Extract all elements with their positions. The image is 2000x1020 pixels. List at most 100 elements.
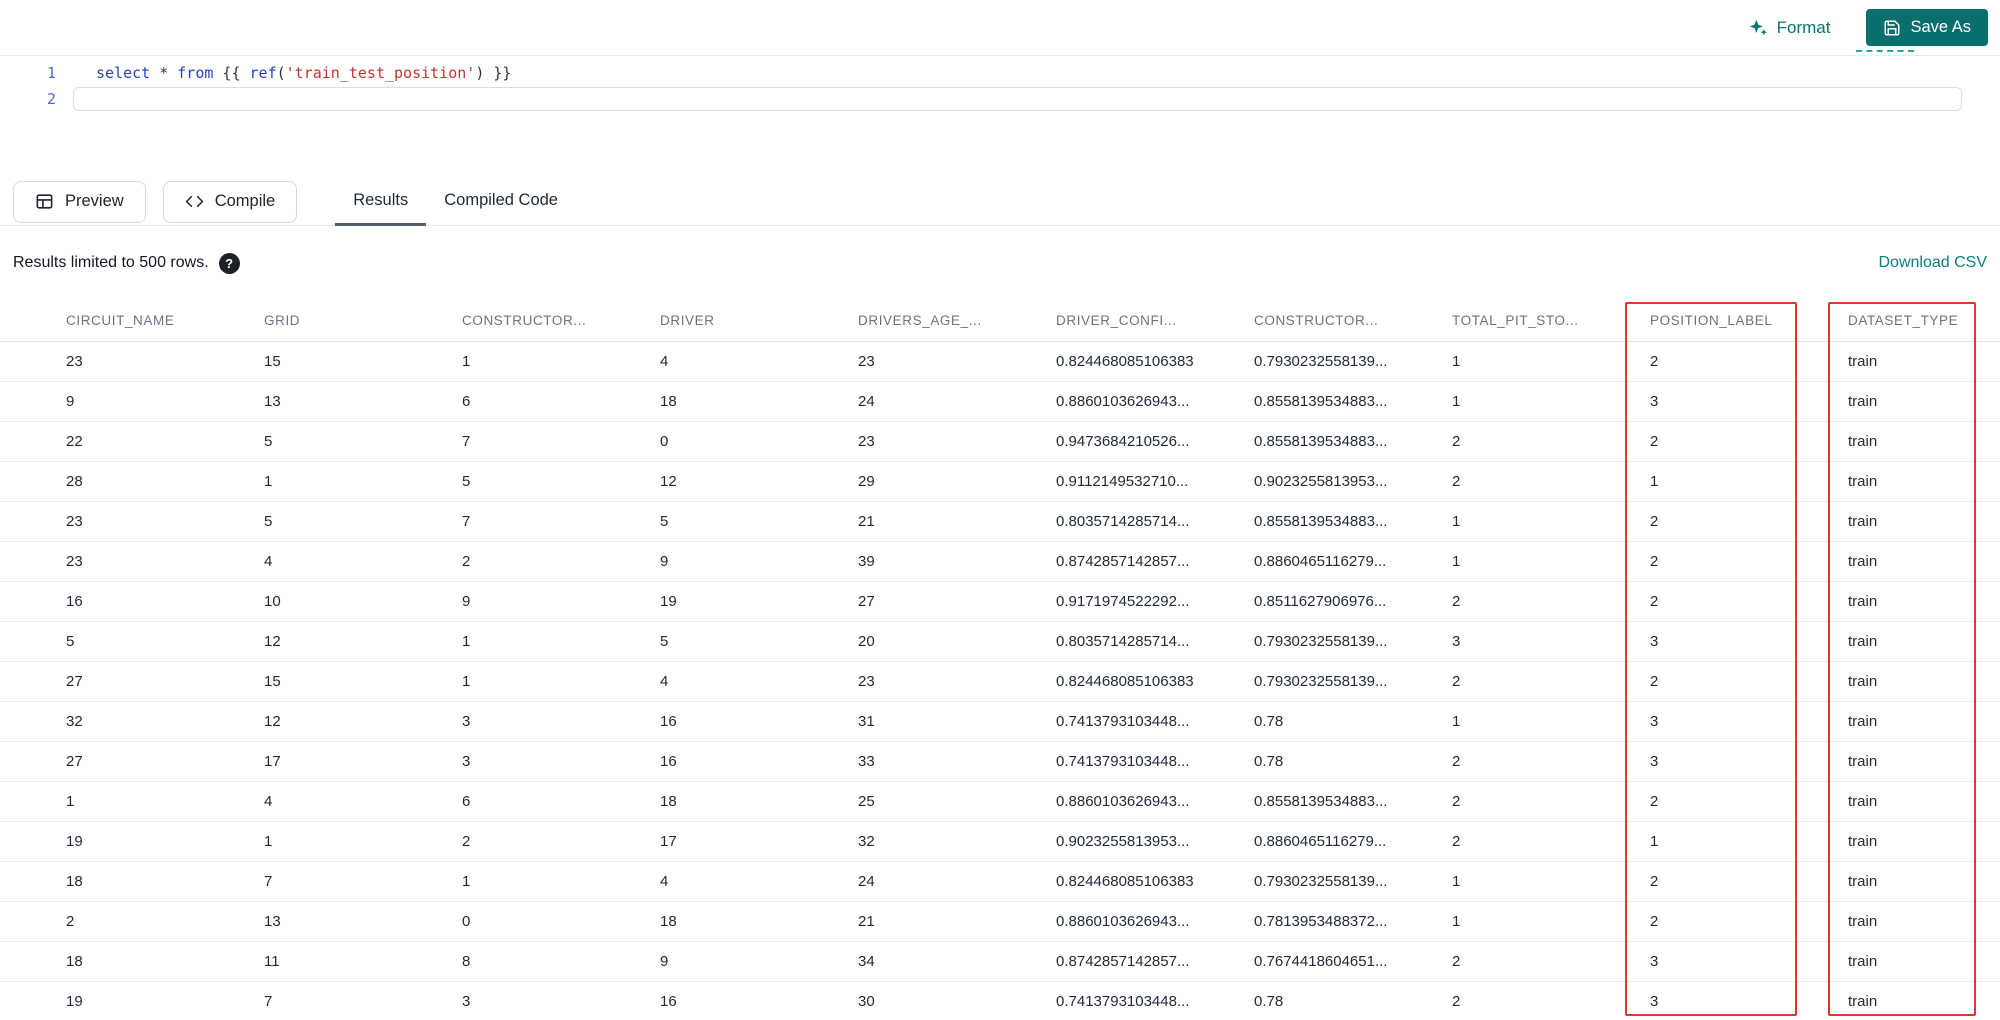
table-cell: 0.9023255813953... [1056, 833, 1190, 850]
table-cell: 32 [858, 833, 875, 850]
column-header: CONSTRUCTOR... [1254, 313, 1379, 328]
save-as-button[interactable]: Save As [1866, 9, 1988, 46]
table-cell: 5 [462, 473, 471, 490]
tab-results[interactable]: Results [335, 178, 427, 226]
table-cell: 3 [1650, 633, 1659, 650]
column-header: GRID [264, 313, 301, 328]
table-cell: 0.8035714285714... [1056, 633, 1190, 650]
table-cell: 24 [858, 393, 875, 410]
column-header: DATASET_TYPE [1848, 313, 1959, 328]
table-cell: 1 [1452, 873, 1461, 890]
table-cell: 3 [462, 993, 471, 1010]
table-cell: 21 [858, 913, 875, 930]
table-cell: 19 [660, 593, 677, 610]
table-cell: 2 [1650, 913, 1659, 930]
table-cell: 18 [660, 393, 677, 410]
table-cell: 1 [264, 833, 273, 850]
jinja-brace: {{ [213, 64, 250, 82]
table-cell: 2 [1650, 553, 1659, 570]
table-cell: train [1848, 713, 1878, 730]
table-cell: 12 [264, 713, 281, 730]
table-cell: 23 [858, 673, 875, 690]
table-cell: 3 [1650, 993, 1659, 1010]
table-cell: 23 [66, 353, 83, 370]
table-cell: 21 [858, 513, 875, 530]
line-number: 2 [46, 90, 56, 108]
table-cell: 1 [1452, 513, 1461, 530]
table-cell: 1 [1452, 913, 1461, 930]
tab-compiled-code[interactable]: Compiled Code [426, 178, 576, 226]
table-cell: 33 [858, 753, 875, 770]
table-row: 19 7 3 16 30 0.7413793103448... 0.78 2 3 train [0, 982, 2000, 1020]
table-cell: 6 [462, 793, 471, 810]
editor-line-1[interactable]: 1 select * from {{ ref('train_test_posit… [0, 60, 2000, 86]
sql-operator: * [150, 64, 178, 82]
table-cell: 0.7930232558139... [1254, 633, 1388, 650]
table-cell: 0.8860465116279... [1254, 833, 1387, 850]
table-cell: 2 [1452, 473, 1461, 490]
table-cell: 5 [660, 513, 669, 530]
save-as-label: Save As [1910, 18, 1971, 36]
table-cell: 1 [1452, 353, 1461, 370]
compile-label: Compile [214, 192, 276, 210]
table-cell: 0.9112149532710... [1056, 473, 1189, 490]
table-cell: 3 [1650, 393, 1659, 410]
table-cell: 17 [660, 833, 677, 850]
table-cell: 0.824468085106383 [1056, 353, 1194, 370]
table-cell: 2 [1650, 433, 1659, 450]
table-cell: 0.8558139534883... [1254, 793, 1388, 810]
table-cell: 2 [1650, 793, 1659, 810]
table-cell: train [1848, 393, 1878, 410]
table-row: 23 5 7 5 21 0.8035714285714... 0.8558139534883… [0, 502, 2000, 542]
table-cell: 1 [1452, 393, 1461, 410]
table-cell: 1 [1452, 713, 1461, 730]
table-cell: 23 [858, 433, 875, 450]
table-cell: 9 [66, 393, 75, 410]
sql-string: 'train_test_position' [285, 64, 476, 82]
table-cell: 3 [1452, 633, 1461, 650]
table-cell: 3 [1650, 953, 1659, 970]
table-cell: 0.78 [1254, 753, 1284, 770]
table-cell: 1 [1452, 553, 1461, 570]
results-table: CIRCUIT_NAME GRID CONSTRUCTOR... DRIVER DRIV… [0, 300, 2000, 1020]
table-cell: 18 [660, 793, 677, 810]
sql-editor[interactable]: 1 select * from {{ ref('train_test_posit… [0, 56, 2000, 178]
sql-keyword: select [96, 64, 151, 82]
table-cell: 23 [858, 353, 875, 370]
table-cell: 2 [1650, 513, 1659, 530]
paren: ) [475, 64, 485, 82]
table-cell: 0.8035714285714... [1056, 513, 1190, 530]
table-cell: 6 [462, 393, 471, 410]
table-cell: train [1848, 593, 1878, 610]
table-cell: 23 [66, 553, 83, 570]
table-row: 18 7 1 4 24 0.824468085106383 0.7930232558139.… [0, 862, 2000, 902]
download-csv-link[interactable]: Download CSV [1879, 254, 1988, 272]
editor-line-2[interactable]: 2 [0, 86, 2000, 112]
help-icon[interactable]: ? [218, 252, 240, 274]
format-button[interactable]: Format [1748, 18, 1830, 38]
table-cell: train [1848, 353, 1878, 370]
table-cell: 7 [462, 433, 471, 450]
cursor-line-box[interactable] [73, 87, 1962, 111]
table-cell: 2 [1452, 953, 1461, 970]
column-header: DRIVER [660, 313, 715, 328]
table-row: 9 13 6 18 24 0.8860103626943... 0.855813953488… [0, 382, 2000, 422]
teal-dashed-mark [1856, 50, 1914, 52]
table-cell: 2 [462, 833, 471, 850]
table-cell: 0.78 [1254, 993, 1284, 1010]
table-cell: train [1848, 833, 1878, 850]
table-cell: 2 [1650, 353, 1659, 370]
table-cell: 4 [264, 793, 273, 810]
compile-button[interactable]: Compile [162, 180, 298, 223]
preview-button[interactable]: Preview [13, 180, 146, 223]
table-cell: train [1848, 793, 1878, 810]
table-cell: 2 [1452, 433, 1461, 450]
table-cell: 3 [1650, 753, 1659, 770]
table-row: 32 12 3 16 31 0.7413793103448... 0.78 1 3 train [0, 702, 2000, 742]
table-body: 23 15 1 4 23 0.824468085106383 0.7930232558139… [0, 342, 2000, 1020]
table-cell: 4 [264, 553, 273, 570]
table-cell: 15 [264, 673, 281, 690]
table-cell: 25 [858, 793, 875, 810]
table-cell: 0 [462, 913, 471, 930]
table-cell: 13 [264, 913, 281, 930]
